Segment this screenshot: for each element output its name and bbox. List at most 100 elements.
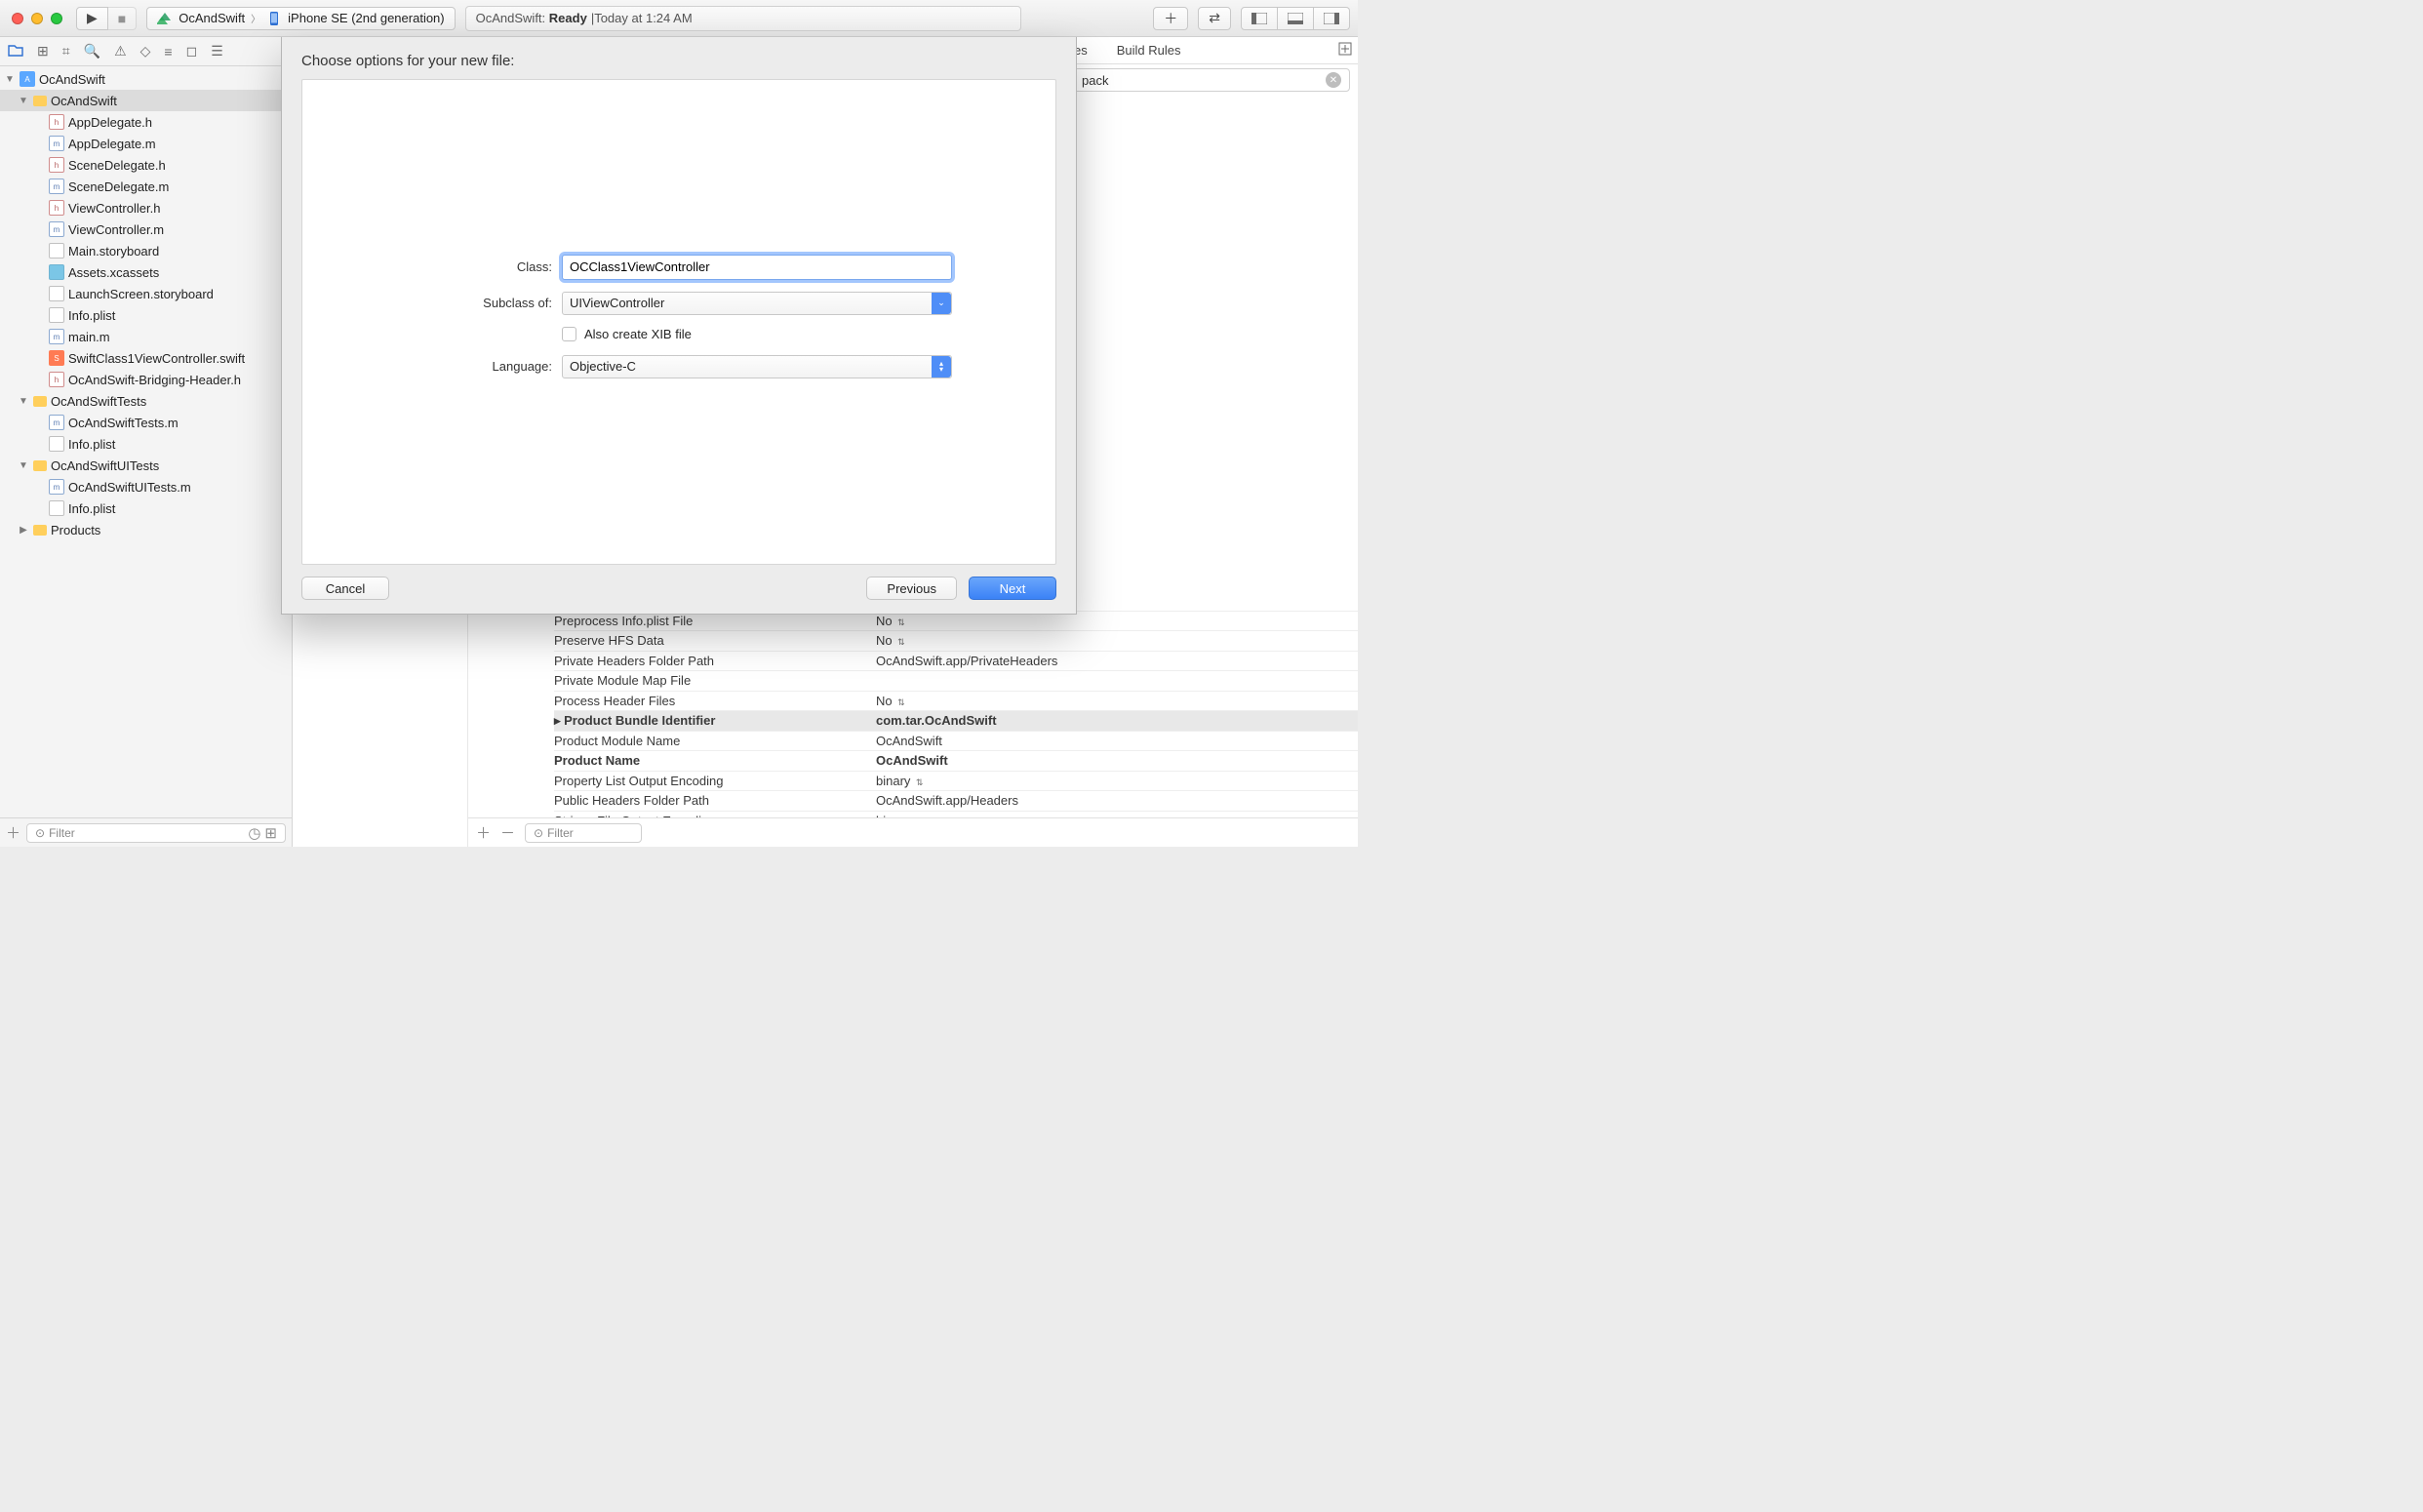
create-xib-checkbox[interactable] bbox=[562, 327, 576, 341]
disclosure-triangle-icon[interactable]: ▼ bbox=[4, 74, 16, 85]
file-icon bbox=[49, 264, 64, 280]
tree-file[interactable]: Assets.xcassets bbox=[0, 261, 292, 283]
dropdown-arrow-icon: ⌄ bbox=[932, 293, 951, 314]
debug-nav-tab[interactable]: ≡ bbox=[164, 44, 172, 60]
tree-file[interactable]: hOcAndSwift-Bridging-Header.h bbox=[0, 369, 292, 390]
filter-placeholder: Filter bbox=[49, 826, 75, 840]
tree-file[interactable]: mAppDelegate.m bbox=[0, 133, 292, 154]
setting-key: Preserve HFS Data bbox=[554, 633, 876, 648]
setting-value: No ⇅ bbox=[876, 633, 904, 648]
toggle-inspector-button[interactable] bbox=[1314, 7, 1350, 30]
build-setting-row[interactable]: Private Module Map File bbox=[554, 671, 1358, 692]
add-button[interactable]: ＋ bbox=[1153, 7, 1188, 30]
stepper-icon: ⇅ bbox=[896, 697, 904, 707]
stop-button[interactable]: ■ bbox=[108, 7, 137, 30]
report-nav-tab[interactable]: ☰ bbox=[211, 43, 223, 60]
find-nav-tab[interactable]: 🔍 bbox=[84, 43, 100, 60]
tree-file[interactable]: Main.storyboard bbox=[0, 240, 292, 261]
minimize-window-button[interactable] bbox=[31, 13, 43, 24]
navigator-filter-input[interactable]: ⊙ Filter ◷ ⊞ bbox=[26, 823, 286, 843]
source-control-nav-tab[interactable]: ⊞ bbox=[37, 43, 49, 60]
tree-file[interactable]: SSwiftClass1ViewController.swift bbox=[0, 347, 292, 369]
status-project: OcAndSwift: bbox=[476, 11, 546, 25]
tree-label: OcAndSwift bbox=[51, 94, 117, 108]
settings-search-input[interactable]: pack ✕ bbox=[1073, 68, 1350, 92]
tree-project-root[interactable]: ▼ A OcAndSwift bbox=[0, 68, 292, 90]
language-label: Language: bbox=[406, 359, 552, 374]
build-setting-row[interactable]: Public Headers Folder PathOcAndSwift.app… bbox=[554, 791, 1358, 812]
symbol-nav-tab[interactable]: ⌗ bbox=[62, 43, 70, 60]
tab-build-rules[interactable]: Build Rules bbox=[1117, 43, 1181, 58]
build-setting-row[interactable]: Product Module NameOcAndSwift bbox=[554, 732, 1358, 752]
targets-filter-input[interactable]: ⊙ Filter bbox=[525, 823, 642, 843]
scm-filter-icon[interactable]: ⊞ bbox=[264, 824, 277, 842]
remove-target-button[interactable]: － bbox=[500, 822, 515, 843]
tree-file[interactable]: hSceneDelegate.h bbox=[0, 154, 292, 176]
tree-label: OcAndSwiftUITests.m bbox=[68, 480, 191, 495]
tree-file[interactable]: mmain.m bbox=[0, 326, 292, 347]
tree-file[interactable]: Info.plist bbox=[0, 433, 292, 455]
run-button[interactable]: ▶ bbox=[76, 7, 108, 30]
toolbar-right: ＋ ⇄ bbox=[1153, 7, 1350, 30]
class-name-input[interactable] bbox=[562, 255, 952, 280]
build-setting-row[interactable]: Property List Output Encodingbinary ⇅ bbox=[554, 772, 1358, 792]
previous-button[interactable]: Previous bbox=[866, 577, 957, 600]
issue-nav-tab[interactable]: ⚠ bbox=[114, 43, 127, 60]
navigator-bottom-bar: ＋ ⊙ Filter ◷ ⊞ bbox=[0, 817, 292, 847]
setting-value: binary ⇅ bbox=[876, 774, 922, 788]
tree-file[interactable]: hAppDelegate.h bbox=[0, 111, 292, 133]
toggle-navigator-button[interactable] bbox=[1241, 7, 1278, 30]
tree-group-app[interactable]: ▼ OcAndSwift bbox=[0, 90, 292, 111]
tree-file[interactable]: hViewController.h bbox=[0, 197, 292, 219]
recent-filter-icon[interactable]: ◷ bbox=[248, 824, 260, 842]
setting-value: No ⇅ bbox=[876, 694, 904, 708]
cancel-button[interactable]: Cancel bbox=[301, 577, 389, 600]
add-file-button[interactable]: ＋ bbox=[6, 822, 20, 843]
tree-group-tests[interactable]: ▼ OcAndSwiftTests bbox=[0, 390, 292, 412]
build-setting-row[interactable]: Product NameOcAndSwift bbox=[554, 751, 1358, 772]
subclass-combobox[interactable]: UIViewController ⌄ bbox=[562, 292, 952, 315]
class-name-row: Class: bbox=[406, 255, 952, 280]
build-setting-row[interactable]: ▸ Product Bundle Identifiercom.tar.OcAnd… bbox=[554, 711, 1358, 732]
new-file-options-sheet: Choose options for your new file: Class:… bbox=[281, 37, 1077, 615]
language-popup[interactable]: Objective-C ▴▾ bbox=[562, 355, 952, 378]
project-nav-tab[interactable] bbox=[8, 43, 23, 60]
toggle-debug-button[interactable] bbox=[1278, 7, 1314, 30]
tree-file[interactable]: mOcAndSwiftUITests.m bbox=[0, 476, 292, 497]
tree-file[interactable]: mViewController.m bbox=[0, 219, 292, 240]
tree-label: AppDelegate.m bbox=[68, 137, 156, 151]
next-button[interactable]: Next bbox=[969, 577, 1056, 600]
disclosure-triangle-icon[interactable]: ▼ bbox=[18, 396, 29, 407]
popup-arrows-icon: ▴▾ bbox=[932, 356, 951, 378]
tree-label: ViewController.m bbox=[68, 222, 164, 237]
close-window-button[interactable] bbox=[12, 13, 23, 24]
tree-file[interactable]: LaunchScreen.storyboard bbox=[0, 283, 292, 304]
setting-key: Private Headers Folder Path bbox=[554, 654, 876, 668]
disclosure-triangle-icon[interactable]: ▼ bbox=[18, 460, 29, 471]
breakpoint-nav-tab[interactable]: ◻ bbox=[186, 43, 198, 60]
panel-toggle-group bbox=[1241, 7, 1350, 30]
add-target-button[interactable]: ＋ bbox=[476, 822, 491, 843]
build-setting-row[interactable]: Private Headers Folder PathOcAndSwift.ap… bbox=[554, 652, 1358, 672]
tree-file[interactable]: mSceneDelegate.m bbox=[0, 176, 292, 197]
build-setting-row[interactable]: Preserve HFS DataNo ⇅ bbox=[554, 631, 1358, 652]
stepper-icon: ⇅ bbox=[914, 777, 922, 787]
tree-group-products[interactable]: ▶ Products bbox=[0, 519, 292, 540]
tree-file[interactable]: Info.plist bbox=[0, 497, 292, 519]
tree-file[interactable]: Info.plist bbox=[0, 304, 292, 326]
tree-group-uitests[interactable]: ▼ OcAndSwiftUITests bbox=[0, 455, 292, 476]
scheme-selector[interactable]: OcAndSwift 〉 iPhone SE (2nd generation) bbox=[146, 7, 455, 30]
sheet-title: Choose options for your new file: bbox=[301, 53, 1056, 69]
setting-value: No ⇅ bbox=[876, 614, 904, 628]
code-review-button[interactable]: ⇄ bbox=[1198, 7, 1231, 30]
disclosure-triangle-icon[interactable]: ▶ bbox=[18, 525, 29, 536]
setting-key: ▸ Product Bundle Identifier bbox=[554, 713, 876, 729]
build-setting-row[interactable]: Process Header FilesNo ⇅ bbox=[554, 692, 1358, 712]
disclosure-triangle-icon[interactable]: ▼ bbox=[18, 96, 29, 106]
project-tree[interactable]: ▼ A OcAndSwift ▼ OcAndSwift hAppDelegate… bbox=[0, 66, 292, 817]
tree-file[interactable]: mOcAndSwiftTests.m bbox=[0, 412, 292, 433]
clear-search-button[interactable]: ✕ bbox=[1326, 72, 1341, 88]
test-nav-tab[interactable]: ◇ bbox=[140, 43, 151, 60]
library-button[interactable] bbox=[1338, 42, 1352, 59]
zoom-window-button[interactable] bbox=[51, 13, 62, 24]
